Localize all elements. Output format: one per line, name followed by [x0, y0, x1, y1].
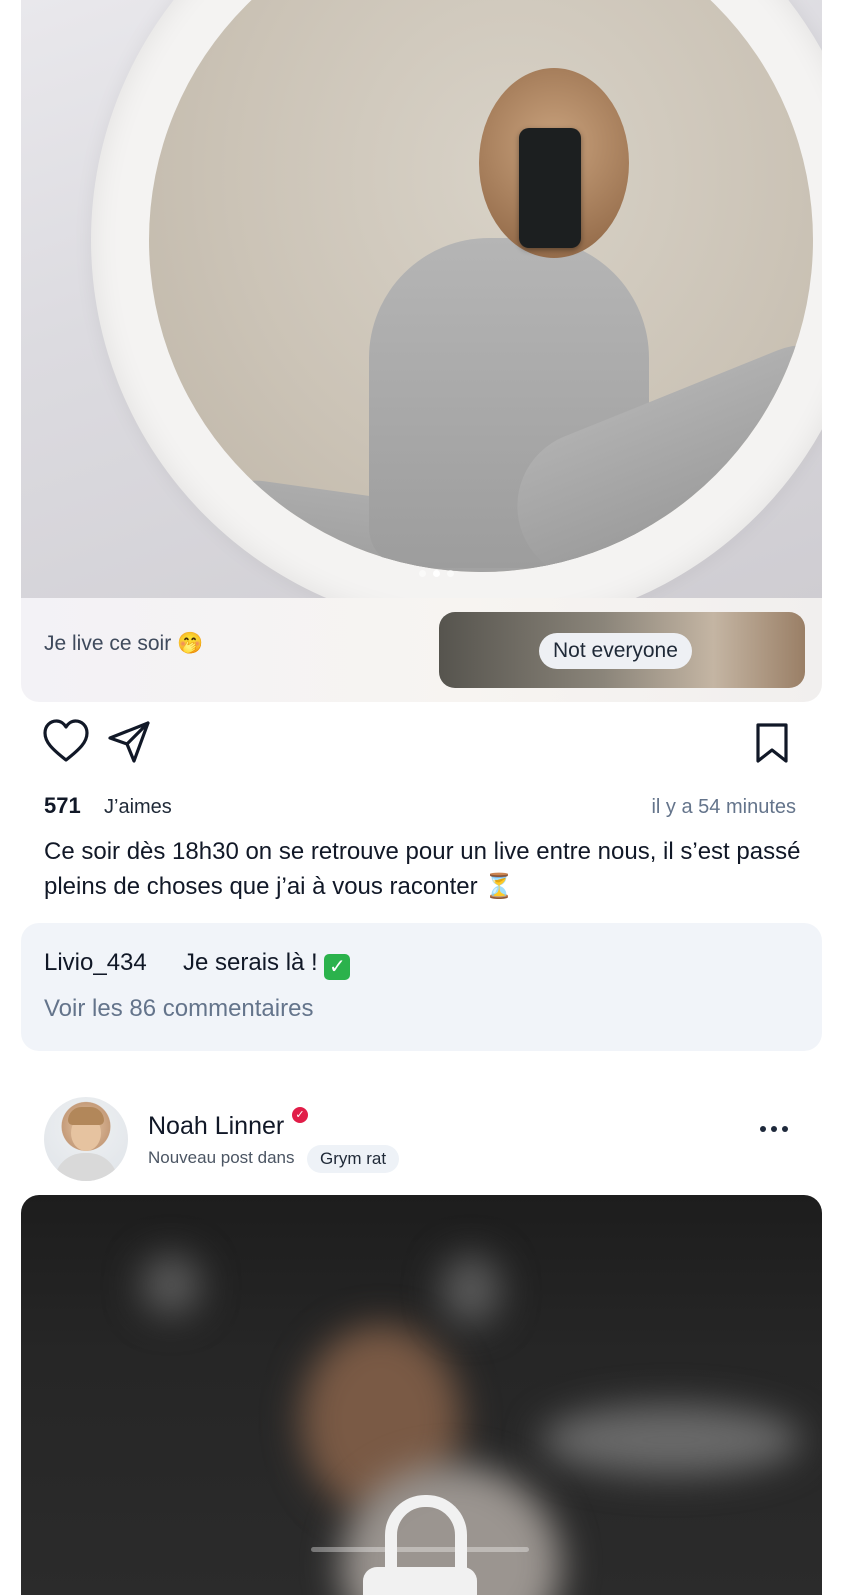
- audience-badge: Not everyone: [539, 633, 692, 669]
- carousel-dot-active: [433, 570, 440, 577]
- share-button[interactable]: [106, 720, 152, 769]
- avatar-hair: [68, 1107, 104, 1125]
- check-mark-icon: ✓: [324, 954, 351, 980]
- comment-body: Je serais là !: [183, 949, 318, 976]
- blurred-light: [441, 1255, 501, 1325]
- verified-icon: ✓: [292, 1107, 308, 1123]
- like-button[interactable]: [42, 718, 90, 769]
- avatar-shirt: [54, 1153, 118, 1181]
- comment-username[interactable]: Livio_434: [44, 949, 147, 977]
- bookmark-icon: [756, 723, 788, 763]
- more-icon: [782, 1126, 788, 1132]
- carousel-dot: [419, 570, 426, 577]
- more-icon: [760, 1126, 766, 1132]
- mirror-reflection: [149, 0, 813, 572]
- phone: [519, 128, 581, 248]
- group-tag[interactable]: Grym rat: [307, 1145, 400, 1173]
- blurred-light: [141, 1255, 201, 1315]
- post-context: Nouveau post dans: [148, 1148, 295, 1167]
- author-avatar[interactable]: [44, 1097, 128, 1181]
- likes-label: J’aimes: [104, 796, 172, 818]
- save-button[interactable]: [754, 722, 790, 769]
- blurred-background: [541, 1405, 801, 1475]
- post-timestamp: il y a 54 minutes: [651, 796, 796, 818]
- locked-post-media[interactable]: [21, 1195, 822, 1595]
- carousel-indicator: [419, 570, 454, 577]
- send-icon: [108, 721, 150, 763]
- view-comments-link[interactable]: Voir les 86 commentaires: [44, 995, 313, 1023]
- strip-caption: Je live ce soir 🤭: [44, 632, 204, 655]
- carousel-dot: [447, 570, 454, 577]
- comments-preview: Livio_434 Je serais là ! ✓ Voir les 86 c…: [21, 923, 822, 1051]
- more-options-button[interactable]: [760, 1126, 788, 1132]
- likes-count[interactable]: 571: [44, 793, 81, 819]
- exclusive-teaser[interactable]: Not everyone: [439, 612, 805, 688]
- post-caption-strip: Je live ce soir 🤭 Not everyone: [21, 598, 822, 702]
- comment-text: Je serais là ! ✓: [183, 949, 351, 980]
- heart-icon: [43, 719, 89, 762]
- post-caption: Ce soir dès 18h30 on se retrouve pour un…: [44, 838, 801, 900]
- lock-icon-body: [363, 1567, 477, 1595]
- more-icon: [771, 1126, 777, 1132]
- post-photo[interactable]: [21, 0, 822, 600]
- mirror-frame: [91, 0, 822, 600]
- author-name[interactable]: Noah Linner: [148, 1112, 284, 1141]
